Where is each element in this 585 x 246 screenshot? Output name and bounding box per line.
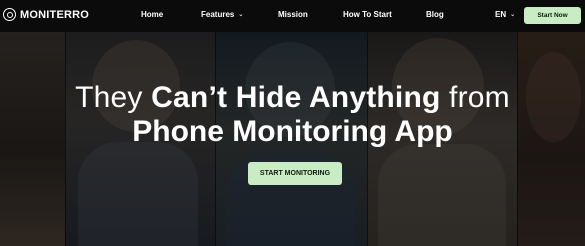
headline-part-2: Can’t Hide Anything xyxy=(151,81,441,114)
hero-headline: They Can’t Hide Anything from xyxy=(0,80,585,116)
nav-how-to-start-label: How To Start xyxy=(343,10,392,19)
nav-blog-label: Blog xyxy=(426,10,444,19)
start-now-button[interactable]: Start Now xyxy=(524,7,581,24)
headline-part-1: They xyxy=(75,81,152,114)
brand-name: MONITERRO xyxy=(20,8,90,21)
language-selector[interactable]: EN ⌄ xyxy=(495,10,515,19)
nav-mission-link[interactable]: Mission xyxy=(278,10,308,19)
nav-features-label: Features xyxy=(201,10,235,19)
nav-blog-link[interactable]: Blog xyxy=(426,10,444,19)
language-label: EN xyxy=(495,10,507,19)
nav-how-to-start-link[interactable]: How To Start xyxy=(343,10,392,19)
headline-part-3: from xyxy=(440,81,510,114)
brand-logo-link[interactable]: MONITERRO xyxy=(3,8,89,21)
top-navigation-bar: MONITERRO Home Features ⌄ Mission How To… xyxy=(0,0,585,32)
chevron-down-icon: ⌄ xyxy=(510,12,516,18)
nav-features-menu[interactable]: Features ⌄ xyxy=(201,10,243,19)
nav-home-link[interactable]: Home xyxy=(141,10,163,19)
hero-headline-line-2: Phone Monitoring App xyxy=(132,115,453,148)
chevron-down-icon: ⌄ xyxy=(238,12,244,18)
hero-section: They Can’t Hide Anything from Phone Moni… xyxy=(0,32,585,246)
nav-home-label: Home xyxy=(141,10,164,19)
nav-mission-label: Mission xyxy=(278,10,308,19)
moniterro-logo-icon xyxy=(3,8,16,21)
start-monitoring-button[interactable]: START MONITORING xyxy=(248,162,342,185)
